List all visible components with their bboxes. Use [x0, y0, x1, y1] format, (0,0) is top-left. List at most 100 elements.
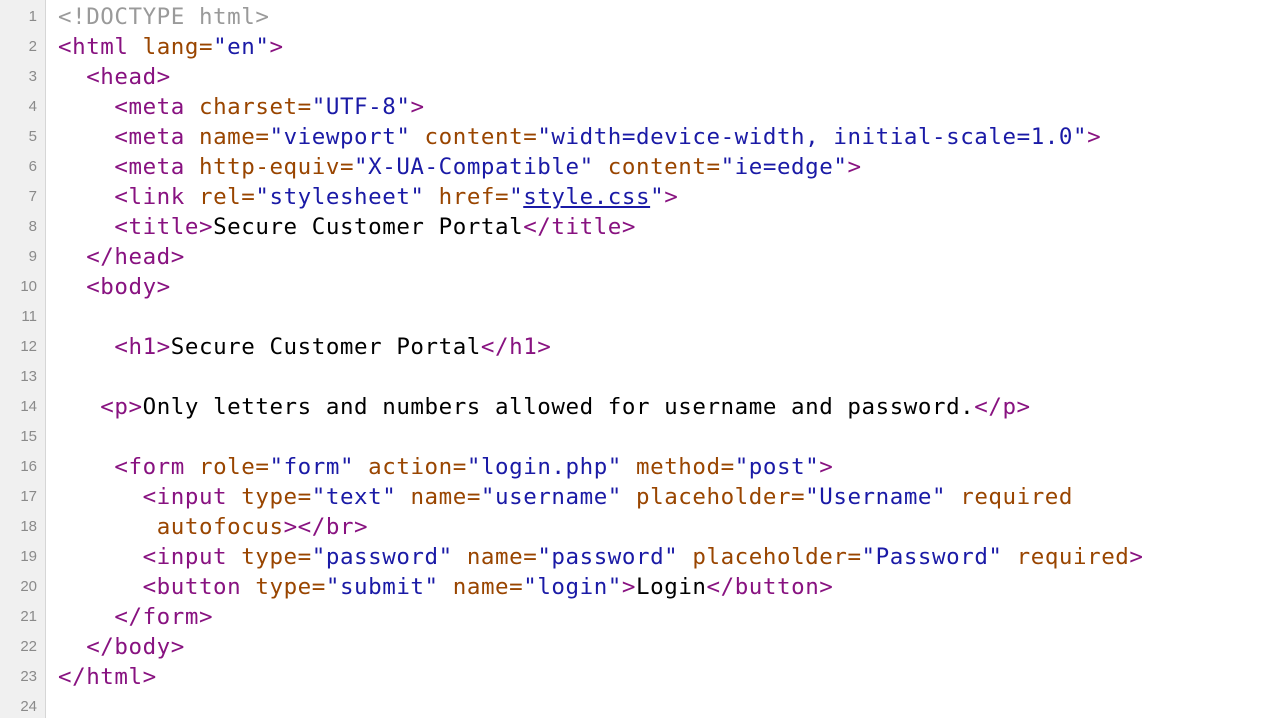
line-number: 5 [28, 128, 37, 145]
line-number: 18 [20, 518, 37, 535]
attribute-token: type= [241, 484, 312, 510]
code-line: <html lang="en"> [58, 32, 1280, 62]
line-number: 7 [28, 188, 37, 205]
attribute-token: name= [452, 574, 524, 600]
attribute-token: method= [636, 454, 735, 480]
attribute-token: content= [607, 154, 721, 180]
text-token: Secure Customer Portal [213, 214, 524, 240]
string-token: " [650, 184, 665, 210]
string-token: "login.php" [466, 454, 622, 480]
line-number: 6 [28, 158, 37, 175]
attribute-token: rel= [198, 184, 256, 210]
code-line: <form role="form" action="login.php" met… [58, 452, 1280, 482]
string-token: "X-UA-Compatible" [354, 154, 594, 180]
code-line: <h1>Secure Customer Portal</h1> [58, 332, 1280, 362]
tag-token: <html [58, 34, 129, 60]
string-token: "Username" [805, 484, 947, 510]
code-line: <meta name="viewport" content="width=dev… [58, 122, 1280, 152]
string-token: "login" [523, 574, 622, 600]
tag-token: <body> [86, 274, 171, 300]
code-line: <body> [58, 272, 1280, 302]
tag-token: > [269, 34, 284, 60]
string-token: "viewport" [269, 124, 411, 150]
code-line: <p>Only letters and numbers allowed for … [58, 392, 1280, 422]
tag-token: <head> [86, 64, 171, 90]
code-line: autofocus></br> [58, 512, 1280, 542]
code-line: </head> [58, 242, 1280, 272]
string-token: "UTF-8" [311, 94, 411, 120]
attribute-token: autofocus [156, 514, 284, 540]
attribute-token: name= [410, 484, 481, 510]
attribute-token: charset= [198, 94, 312, 120]
attribute-token: placeholder= [692, 544, 862, 570]
tag-token: </head> [86, 244, 185, 270]
tag-token: <form [114, 454, 185, 480]
tag-token: <title> [114, 214, 214, 240]
code-line: <!DOCTYPE html> [58, 2, 1280, 32]
tag-token: </button> [706, 574, 834, 600]
line-number: 19 [20, 548, 37, 565]
code-line: <head> [58, 62, 1280, 92]
tag-token: </h1> [480, 334, 552, 360]
source-code-area[interactable]: <!DOCTYPE html> <html lang="en"> <head> <… [58, 2, 1280, 718]
line-number: 11 [21, 308, 37, 325]
line-number: 24 [20, 698, 37, 715]
tag-token: > [410, 94, 425, 120]
string-token: "form" [269, 454, 355, 480]
code-line: <input type="text" name="username" place… [58, 482, 1280, 512]
doctype-token: <!DOCTYPE html> [58, 4, 270, 30]
stylesheet-link[interactable]: style.css [523, 184, 650, 210]
string-token: "submit" [325, 574, 439, 600]
line-number: 23 [20, 668, 37, 685]
attribute-token: lang= [142, 34, 214, 60]
tag-token: </form> [114, 604, 214, 630]
string-token: "ie=edge" [720, 154, 848, 180]
string-token: "width=device-width, initial-scale=1.0" [537, 124, 1088, 150]
string-token: " [509, 184, 524, 210]
line-number: 1 [28, 8, 37, 25]
line-number: 16 [20, 458, 37, 475]
code-line: <link rel="stylesheet" href="style.css"> [58, 182, 1280, 212]
attribute-token: content= [424, 124, 538, 150]
tag-token: </p> [974, 394, 1031, 420]
line-number: 13 [20, 368, 37, 385]
tag-token: <h1> [114, 334, 171, 360]
line-number-list: 1 2 3 4 5 6 7 8 9 10 11 12 13 14 15 16 17 18 19 20 21 22 23 24 [0, 2, 37, 718]
tag-token: > [819, 454, 834, 480]
line-number: 9 [28, 248, 37, 265]
tag-token: </title> [523, 214, 636, 240]
attribute-token: name= [466, 544, 538, 570]
source-viewer: 1 2 3 4 5 6 7 8 9 10 11 12 13 14 15 16 17 18 19 20 21 22 23 24 … [0, 0, 1280, 718]
text-token: Only letters and numbers allowed for use… [142, 394, 975, 420]
line-number: 8 [28, 218, 37, 235]
tag-token: > [1129, 544, 1144, 570]
attribute-token: http-equiv= [198, 154, 355, 180]
